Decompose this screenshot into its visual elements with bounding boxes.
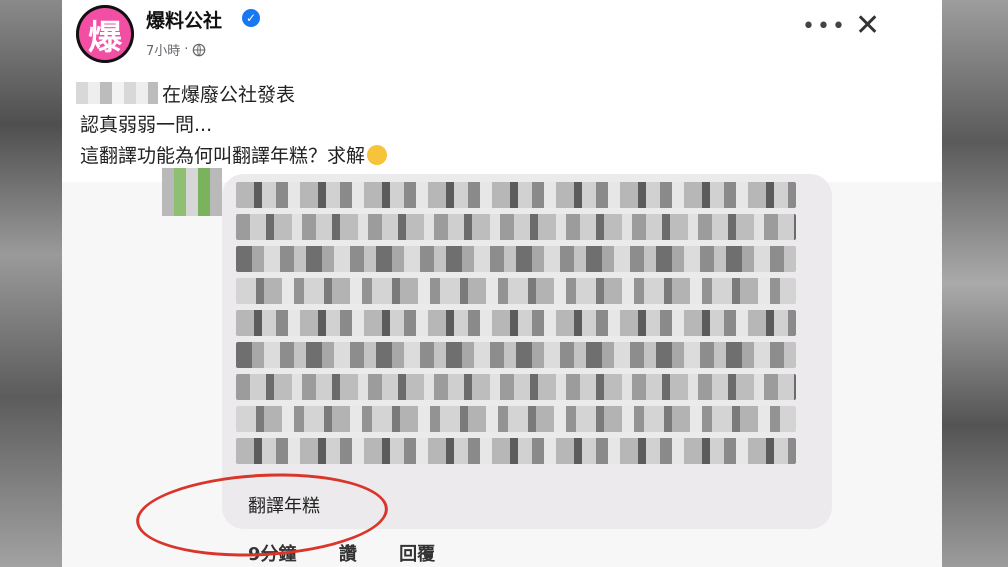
pixelated-row	[236, 214, 796, 240]
commenter-avatar-blurred	[162, 168, 222, 216]
page-avatar[interactable]: 爆	[76, 5, 134, 63]
pixelated-row	[236, 438, 796, 464]
post-meta: 7小時 ·	[146, 40, 206, 59]
close-icon[interactable]: ✕	[855, 11, 880, 41]
pixelated-row	[236, 342, 796, 368]
blurred-background-right	[942, 0, 1008, 567]
post-time[interactable]: 7小時	[146, 40, 180, 59]
page-name[interactable]: 爆料公社	[146, 6, 222, 33]
author-name-blurred	[76, 82, 158, 104]
avatar-text: 爆	[88, 17, 122, 58]
post-text-line3: 這翻譯功能為何叫翻譯年糕？求解	[80, 141, 388, 168]
pixelated-row	[236, 406, 796, 432]
verified-badge-icon: ✓	[242, 9, 260, 27]
post-text-line2: 認真弱弱一問...	[80, 114, 213, 136]
blurred-background-left	[0, 0, 62, 567]
comment-text-pixelated	[236, 182, 796, 470]
globe-icon	[193, 43, 206, 56]
meta-separator: ·	[184, 42, 189, 57]
like-button[interactable]: 讚	[339, 544, 357, 565]
pixelated-row	[236, 374, 796, 400]
post-text-line3-content: 這翻譯功能為何叫翻譯年糕？求解	[80, 145, 366, 167]
pixelated-row	[236, 278, 796, 304]
post-text-line1: 在爆廢公社發表	[162, 84, 296, 106]
more-icon[interactable]: •••	[802, 14, 847, 39]
pixelated-row	[236, 182, 796, 208]
post-card: 爆 爆料公社 ✓ 7小時 · ••• ✕ 在爆廢公社發表 認真弱弱一問... 這…	[62, 0, 942, 567]
reply-button[interactable]: 回覆	[399, 544, 435, 565]
pixelated-row	[236, 246, 796, 272]
pixelated-row	[236, 310, 796, 336]
thinking-emoji-icon	[367, 145, 388, 165]
